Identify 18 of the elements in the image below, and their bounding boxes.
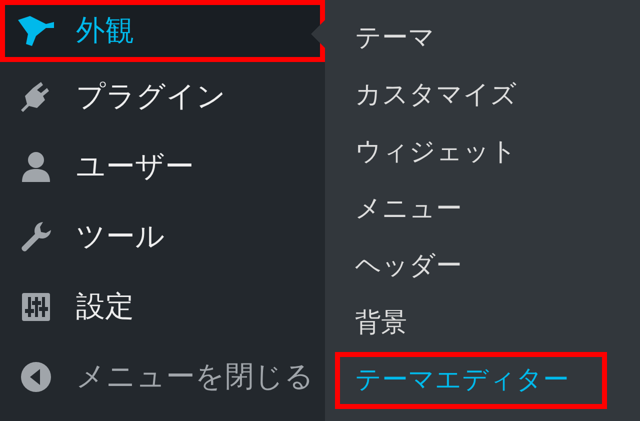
collapse-icon [19,360,53,394]
submenu-item[interactable]: メニュー [325,181,640,238]
user-icon [20,150,52,184]
menu-item[interactable]: ツール [0,202,325,272]
submenu-item[interactable]: ウィジェット [325,124,640,181]
menu-item[interactable]: ユーザー [0,132,325,202]
submenu-item[interactable]: ヘッダー [325,238,640,295]
menu-item[interactable]: 設定 [0,272,325,342]
wrench-icon [19,220,53,254]
sliders-icon [20,291,52,323]
submenu-item[interactable]: カスタマイズ [325,67,640,124]
menu-item[interactable]: 外観 [0,0,325,62]
submenu-item[interactable]: 背景 [325,295,640,352]
submenu-item[interactable]: テーマエディター [335,352,607,409]
collapse-menu-button[interactable]: メニューを閉じる [0,342,325,412]
menu-item[interactable]: プラグイン [0,62,325,132]
paintbrush-icon [16,14,56,48]
submenu-item[interactable]: テーマ [325,10,640,67]
